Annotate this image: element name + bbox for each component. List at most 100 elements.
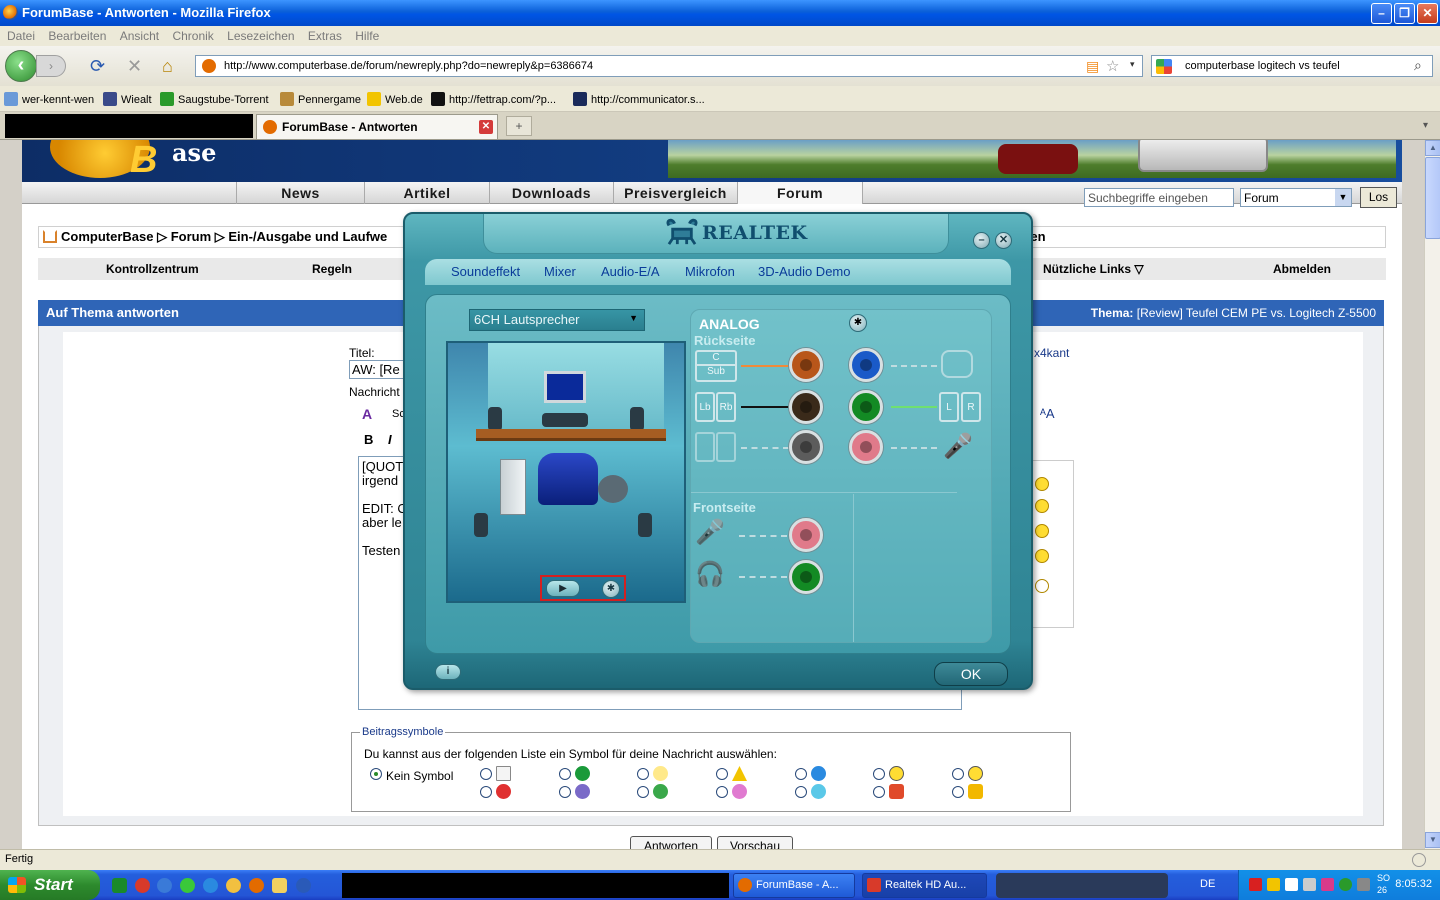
rear-right-speaker-icon[interactable]: Rb (716, 392, 736, 422)
tab-list-icon[interactable]: ▾ (1423, 116, 1437, 136)
center-sub-speaker-icon[interactable]: C Sub (695, 350, 737, 382)
jack-orange[interactable] (789, 348, 823, 382)
link-kontrollzentrum[interactable]: Kontrollzentrum (106, 262, 199, 276)
task-firefox[interactable]: ForumBase - A... (733, 873, 855, 898)
link-abmelden[interactable]: Abmelden (1273, 262, 1331, 276)
bookmark-wer-kennt-wen[interactable]: wer-kennt-wen (4, 92, 94, 106)
speaker-graphic[interactable] (630, 407, 644, 431)
volume-icon[interactable] (1303, 878, 1316, 891)
rear-speaker-graphic[interactable] (638, 513, 652, 537)
page-scrollbar[interactable]: ▲ ▼ (1424, 140, 1440, 849)
site-search-button[interactable]: Los (1360, 187, 1397, 208)
submit-reply-button[interactable]: Antworten (630, 836, 712, 849)
nav-news[interactable]: News (236, 182, 364, 204)
quicklaunch-icon[interactable] (180, 878, 195, 893)
tab-audio-ea[interactable]: Audio-E/A (601, 264, 660, 279)
url-dropdown-icon[interactable]: ▾ (1130, 59, 1135, 70)
bookmark-saugstube[interactable]: Saugstube-Torrent (160, 92, 269, 106)
thread-title[interactable]: [Review] Teufel CEM PE vs. Logitech Z-55… (1137, 306, 1376, 320)
restore-button[interactable]: ❐ (1394, 3, 1415, 24)
ati-icon[interactable] (1249, 878, 1262, 891)
bookmark-fettrap[interactable]: http://fettrap.com/?p... (431, 92, 556, 106)
front-right-speaker-icon[interactable]: R (961, 392, 981, 422)
radio-symbol[interactable] (795, 768, 807, 780)
back-button[interactable]: ‹ (5, 50, 37, 82)
clock[interactable]: 8:05:32 (1395, 878, 1432, 890)
dialog-close-button[interactable]: ✕ (995, 232, 1012, 249)
front-microphone-icon[interactable]: 🎤 (695, 518, 725, 547)
radio-symbol[interactable] (637, 768, 649, 780)
scroll-up-icon[interactable]: ▲ (1425, 140, 1440, 156)
radio-symbol[interactable] (559, 786, 571, 798)
scroll-down-icon[interactable]: ▼ (1425, 832, 1440, 848)
radio-symbol[interactable] (480, 786, 492, 798)
dialog-minimize-button[interactable]: – (973, 232, 990, 249)
radio-no-symbol[interactable] (370, 768, 382, 780)
scroll-thumb[interactable] (1425, 157, 1440, 239)
tray-icon[interactable] (1339, 878, 1352, 891)
banner-ad-image[interactable] (668, 140, 1396, 178)
speaker-graphic[interactable] (488, 407, 502, 431)
tray-icon[interactable] (1321, 878, 1334, 891)
quicklaunch-icon[interactable] (157, 878, 172, 893)
shield-icon[interactable] (1267, 878, 1280, 891)
rear-speaker-graphic[interactable] (474, 513, 488, 537)
breadcrumb-path[interactable]: ComputerBase ▷ Forum ▷ Ein-/Ausgabe und … (61, 229, 387, 244)
subwoofer-graphic[interactable] (598, 475, 628, 503)
front-left-speaker-icon[interactable]: L (939, 392, 959, 422)
stop-icon[interactable]: ✕ (127, 56, 142, 76)
nav-downloads[interactable]: Downloads (489, 182, 613, 204)
jack-settings-icon[interactable]: ✱ (849, 314, 867, 332)
user-link[interactable]: x4kant (1034, 346, 1069, 360)
info-button[interactable]: i (435, 664, 461, 680)
preview-button[interactable]: Vorschau (717, 836, 793, 849)
nav-artikel[interactable]: Artikel (364, 182, 489, 204)
font-color-icon[interactable]: A (362, 406, 372, 422)
minimize-button[interactable]: – (1371, 3, 1392, 24)
link-nuetzliche-links[interactable]: Nützliche Links ▽ (1043, 262, 1144, 276)
radio-symbol[interactable] (716, 786, 728, 798)
radio-symbol[interactable] (952, 786, 964, 798)
task-realtek[interactable]: Realtek HD Au... (862, 873, 987, 898)
tab-redacted[interactable] (5, 114, 253, 138)
firefox-quicklaunch-icon[interactable] (249, 878, 264, 893)
bookmark-star-icon[interactable]: ☆ (1106, 57, 1119, 75)
title-input[interactable]: AW: [Re (349, 360, 405, 379)
quicklaunch-icon[interactable] (112, 878, 127, 893)
jack-blue[interactable] (849, 348, 883, 382)
menu-chronik[interactable]: Chronik (172, 29, 213, 43)
menu-datei[interactable]: Datei (7, 29, 35, 43)
link-regeln[interactable]: Regeln (312, 262, 352, 276)
tab-mikrofon[interactable]: Mikrofon (685, 264, 735, 279)
headphones-icon[interactable]: 🎧 (695, 560, 725, 589)
menu-hilfe[interactable]: Hilfe (355, 29, 379, 43)
tray-icon[interactable] (1357, 878, 1370, 891)
media-player-icon[interactable] (296, 878, 311, 893)
tab-forumbase[interactable]: ForumBase - Antworten ✕ (256, 114, 498, 139)
site-search-input[interactable]: Suchbegriffe eingeben (1084, 188, 1234, 207)
rss-icon[interactable]: ▤ (1086, 58, 1099, 75)
rear-left-speaker-icon[interactable]: Lb (695, 392, 715, 422)
bookmark-pennergame[interactable]: Pennergame (280, 92, 361, 106)
google-icon[interactable] (1156, 59, 1172, 74)
smiley-icon[interactable] (1035, 549, 1049, 563)
play-test-button[interactable]: ▶ (546, 580, 580, 597)
tab-soundeffekt[interactable]: Soundeffekt (451, 264, 520, 279)
bookmark-webde[interactable]: Web.de (367, 92, 423, 106)
reload-icon[interactable]: ⟳ (90, 56, 105, 76)
radio-symbol[interactable] (480, 768, 492, 780)
font-size-icon[interactable]: ᴬA (1040, 406, 1055, 421)
site-search-scope-select[interactable]: Forum ▼ (1240, 188, 1352, 207)
tab-3d-audio-demo[interactable]: 3D-Audio Demo (758, 264, 851, 279)
nav-preisvergleich[interactable]: Preisvergleich (613, 182, 737, 204)
bookmark-communicator[interactable]: http://communicator.s... (573, 92, 705, 106)
front-jack-pink[interactable] (789, 518, 823, 552)
tab-close-icon[interactable]: ✕ (479, 120, 493, 134)
url-bar[interactable]: http://www.computerbase.de/forum/newrepl… (195, 55, 1143, 77)
nav-forum[interactable]: Forum (737, 182, 863, 204)
jack-black[interactable] (789, 390, 823, 424)
radio-symbol[interactable] (795, 786, 807, 798)
menu-lesezeichen[interactable]: Lesezeichen (227, 29, 294, 43)
search-bar[interactable]: computerbase logitech vs teufel ⌕ (1151, 55, 1433, 77)
home-icon[interactable] (43, 230, 57, 243)
